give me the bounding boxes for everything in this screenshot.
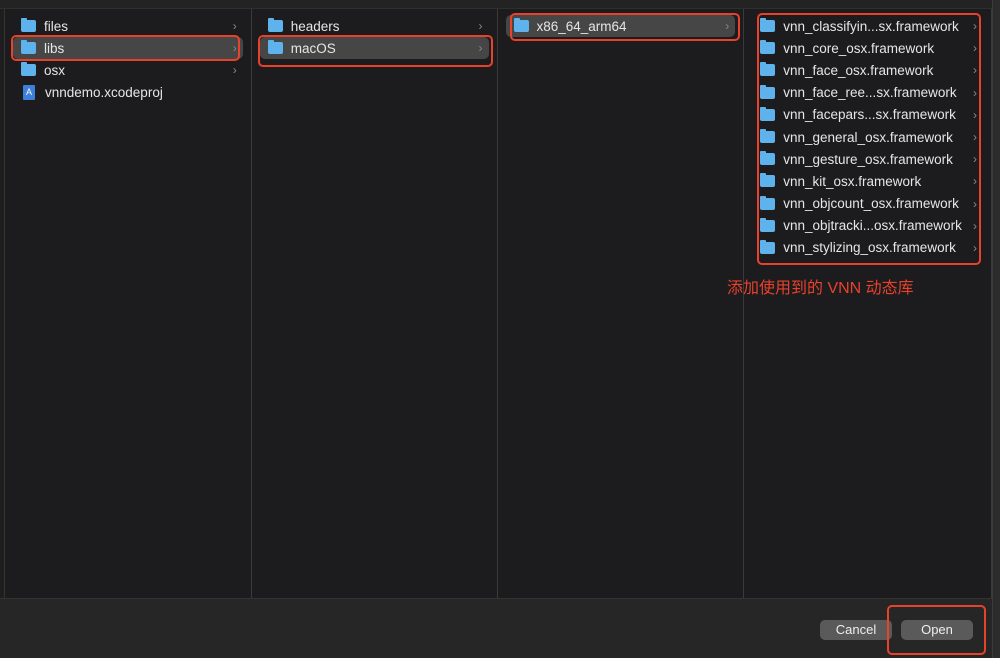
annotation-text: 添加使用到的 VNN 动态库	[727, 280, 914, 297]
list-item[interactable]: headers ›	[260, 15, 489, 37]
chevron-right-icon: ›	[478, 19, 483, 34]
item-name: files	[44, 18, 69, 34]
highlight-libs	[11, 35, 240, 61]
item-name: vnndemo.xcodeproj	[45, 85, 163, 101]
highlight-open	[887, 605, 986, 655]
list-item[interactable]: Avnndemo.xcodeproj	[13, 82, 243, 104]
chevron-right-icon: ›	[232, 63, 237, 78]
title-bar	[0, 0, 992, 9]
column-3: x86_64_arm64 ›	[498, 9, 745, 598]
highlight-macos	[258, 35, 493, 67]
folder-icon	[21, 18, 36, 33]
column-2: headers › macOS ›	[252, 9, 498, 598]
item-name: headers	[290, 18, 340, 34]
bottom-bar: Cancel Open	[0, 598, 992, 658]
column-1: files › libs › osx › Avnndemo.xcodeproj	[5, 9, 252, 598]
highlight-arch	[510, 13, 740, 41]
background-window	[992, 0, 1000, 658]
folder-icon	[21, 62, 36, 77]
folder-icon	[267, 18, 283, 33]
list-item[interactable]: files ›	[13, 15, 243, 37]
chevron-right-icon: ›	[232, 19, 237, 34]
list-item[interactable]: osx ›	[13, 59, 243, 81]
xcode-project-icon: A	[23, 85, 35, 101]
item-name: osx	[44, 62, 66, 78]
highlight-frameworks	[757, 13, 981, 265]
cancel-button[interactable]: Cancel	[820, 620, 892, 640]
